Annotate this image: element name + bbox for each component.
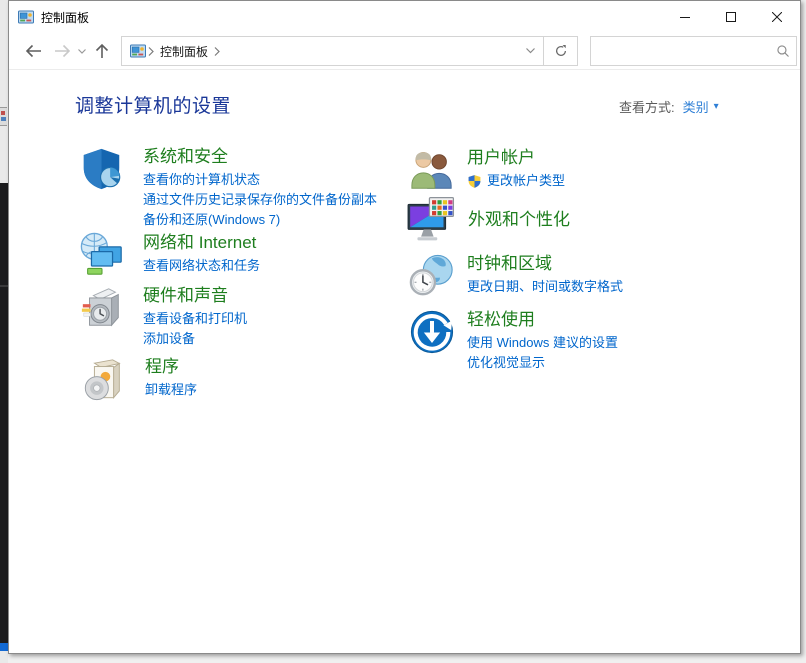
- background-dark-window: [0, 183, 8, 651]
- category-title[interactable]: 外观和个性化: [468, 209, 570, 231]
- category-link[interactable]: 备份和还原(Windows 7): [143, 210, 377, 230]
- recent-pages-dropdown[interactable]: [75, 36, 89, 66]
- address-bar[interactable]: 控制面板: [121, 36, 578, 66]
- category-appearance-personalization: 外观和个性化: [406, 195, 570, 245]
- category-link[interactable]: 更改日期、时间或数字格式: [467, 277, 623, 297]
- refresh-button[interactable]: [544, 37, 577, 65]
- search-icon[interactable]: [770, 44, 796, 58]
- maximize-icon: [726, 12, 736, 22]
- dropdown-arrow-icon: ▾: [714, 101, 719, 112]
- close-button[interactable]: [754, 1, 800, 33]
- category-system-security: 系统和安全 查看你的计算机状态 通过文件历史记录保存你的文件备份副本 备份和还原…: [79, 146, 377, 230]
- page-title: 调整计算机的设置: [75, 91, 231, 118]
- user-accounts-icon[interactable]: [409, 147, 455, 193]
- address-dropdown-button[interactable]: [517, 37, 543, 65]
- category-link[interactable]: 更改帐户类型: [487, 171, 565, 191]
- category-link[interactable]: 卸载程序: [145, 380, 197, 400]
- system-security-icon[interactable]: [79, 146, 125, 192]
- background-strip: [0, 0, 8, 663]
- category-network-internet: 网络和 Internet 查看网络状态和任务: [79, 232, 260, 278]
- category-link[interactable]: 查看网络状态和任务: [143, 256, 260, 276]
- category-title[interactable]: 网络和 Internet: [143, 232, 260, 254]
- hardware-sound-icon[interactable]: [79, 285, 125, 331]
- category-link[interactable]: 通过文件历史记录保存你的文件备份副本: [143, 190, 377, 210]
- forward-button[interactable]: [49, 36, 75, 66]
- search-input[interactable]: [591, 38, 770, 64]
- view-by-dropdown[interactable]: 类别 ▾: [683, 97, 719, 116]
- category-link[interactable]: 使用 Windows 建议的设置: [467, 333, 618, 353]
- network-internet-icon[interactable]: [79, 232, 125, 278]
- search-box[interactable]: [590, 36, 797, 66]
- view-by-label: 查看方式:: [619, 97, 675, 116]
- category-link[interactable]: 优化视觉显示: [467, 353, 618, 373]
- window-title: 控制面板: [41, 9, 89, 26]
- category-link[interactable]: 查看你的计算机状态: [143, 170, 377, 190]
- maximize-button[interactable]: [708, 1, 754, 33]
- chevron-down-icon: [78, 49, 86, 54]
- category-programs: 程序 卸载程序: [81, 356, 197, 402]
- background-blue-sliver: [0, 643, 8, 651]
- category-hardware-sound: 硬件和声音 查看设备和打印机 添加设备: [79, 285, 247, 349]
- category-link[interactable]: 查看设备和打印机: [143, 309, 247, 329]
- category-title[interactable]: 程序: [145, 356, 197, 378]
- up-button[interactable]: [89, 36, 115, 66]
- programs-icon[interactable]: [81, 356, 127, 402]
- back-arrow-icon: [25, 44, 42, 58]
- category-title[interactable]: 用户帐户: [467, 147, 565, 169]
- clock-region-icon[interactable]: [409, 253, 455, 299]
- minimize-icon: [680, 12, 690, 22]
- view-by-control: 查看方式: 类别 ▾: [619, 97, 719, 116]
- uac-shield-icon: [467, 174, 482, 189]
- navigation-toolbar: 控制面板: [9, 33, 800, 70]
- appearance-personalization-icon[interactable]: [406, 195, 456, 245]
- category-title[interactable]: 系统和安全: [143, 146, 377, 168]
- control-panel-window: 控制面板: [8, 0, 801, 654]
- category-clock-region: 时钟和区域 更改日期、时间或数字格式: [409, 253, 623, 299]
- chevron-down-icon: [526, 48, 535, 54]
- category-link[interactable]: 添加设备: [143, 329, 247, 349]
- breadcrumb-chevron-icon[interactable]: [148, 47, 154, 56]
- category-user-accounts: 用户帐户 更改帐户类型: [409, 147, 565, 193]
- category-ease-of-access: 轻松使用 使用 Windows 建议的设置 优化视觉显示: [409, 309, 618, 373]
- background-fragment: [0, 107, 7, 126]
- close-icon: [772, 12, 782, 22]
- back-button[interactable]: [17, 36, 49, 66]
- forward-arrow-icon: [54, 44, 71, 58]
- address-control-panel-icon: [130, 43, 146, 59]
- up-arrow-icon: [95, 43, 109, 59]
- minimize-button[interactable]: [662, 1, 708, 33]
- category-title[interactable]: 轻松使用: [467, 309, 618, 331]
- breadcrumb-chevron-icon[interactable]: [214, 47, 220, 56]
- refresh-icon: [554, 44, 568, 58]
- category-title[interactable]: 时钟和区域: [467, 253, 623, 275]
- ease-of-access-icon[interactable]: [409, 309, 455, 355]
- breadcrumb-control-panel[interactable]: 控制面板: [156, 43, 212, 60]
- control-panel-icon: [18, 9, 34, 25]
- category-title[interactable]: 硬件和声音: [143, 285, 247, 307]
- content-area: 调整计算机的设置 查看方式: 类别 ▾ 系统和安全: [9, 71, 800, 653]
- title-bar[interactable]: 控制面板: [9, 1, 800, 33]
